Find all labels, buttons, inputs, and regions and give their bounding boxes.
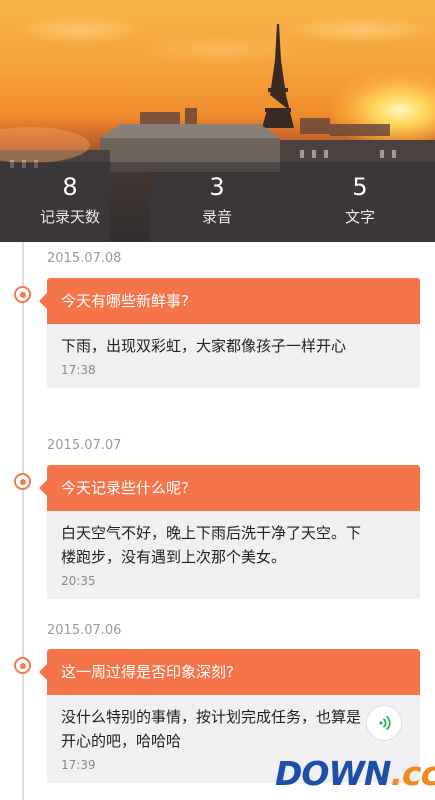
entry-body: 下雨，出现双彩虹，大家都像孩子一样开心 17:38 [47, 324, 420, 388]
entry-time: 20:35 [61, 574, 96, 588]
timeline-dot-icon [14, 286, 31, 303]
play-audio-button[interactable] [366, 705, 402, 741]
entry-body: 白天空气不好，晚上下雨后洗干净了天空。下楼跑步，没有遇到上次那个美女。 20:3… [47, 511, 420, 599]
stat-days-value: 8 [62, 173, 78, 201]
entry-date: 2015.07.07 [47, 438, 122, 453]
watermark-main: DOWN [275, 754, 391, 793]
entry-text: 白天空气不好，晚上下雨后洗干净了天空。下楼跑步，没有遇到上次那个美女。 [61, 524, 362, 566]
entry-text: 没什么特别的事情，按计划完成任务，也算是开心的吧，哈哈哈 [61, 708, 362, 750]
stat-recordings-label: 录音 [201, 208, 232, 226]
timeline-dot-icon [14, 473, 31, 490]
stat-texts-label: 文字 [344, 208, 375, 226]
stat-recordings-value: 3 [209, 173, 225, 201]
watermark-suffix: .cc [390, 754, 435, 793]
stat-texts-value: 5 [352, 173, 368, 201]
stat-recordings[interactable]: 3 录音 [157, 172, 277, 228]
entry-text: 下雨，出现双彩虹，大家都像孩子一样开心 [61, 337, 347, 355]
stat-days-label: 记录天数 [39, 208, 100, 226]
diary-entry-card[interactable]: 今天有哪些新鲜事? 下雨，出现双彩虹，大家都像孩子一样开心 17:38 [39, 278, 420, 388]
audio-wave-icon [379, 716, 391, 730]
entry-title: 今天有哪些新鲜事? [39, 278, 420, 324]
timeline-dot-icon [14, 657, 31, 674]
stat-days[interactable]: 8 记录天数 [10, 172, 130, 228]
entry-title: 这一周过得是否印象深刻? [39, 649, 420, 695]
entry-title: 今天记录些什么呢? [39, 465, 420, 511]
diary-entry-card[interactable]: 今天记录些什么呢? 白天空气不好，晚上下雨后洗干净了天空。下楼跑步，没有遇到上次… [39, 465, 420, 599]
entry-time: 17:38 [61, 363, 96, 377]
entry-date: 2015.07.08 [47, 251, 122, 266]
timeline-line [22, 242, 24, 800]
watermark-logo: DOWN.cc [275, 752, 435, 796]
stat-texts[interactable]: 5 文字 [300, 172, 420, 228]
entry-date: 2015.07.06 [47, 623, 122, 638]
